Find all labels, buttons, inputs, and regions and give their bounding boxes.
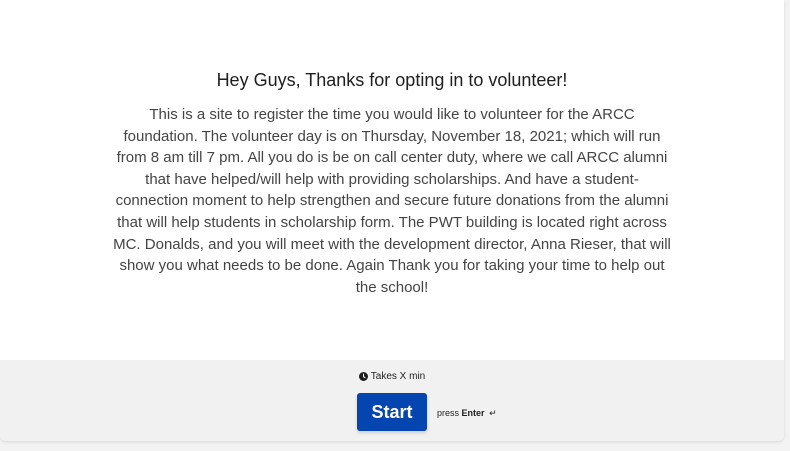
footer-bar: Takes X min Start press Enter ↵ <box>0 360 784 441</box>
start-button[interactable]: Start <box>357 393 427 431</box>
clock-icon <box>358 372 368 381</box>
enter-icon: ↵ <box>489 408 497 418</box>
time-estimate: Takes X min <box>0 371 784 382</box>
press-prefix: press <box>437 408 460 418</box>
welcome-title: Hey Guys, Thanks for opting in to volunt… <box>216 70 568 90</box>
form-card: Hey Guys, Thanks for opting in to volunt… <box>0 0 784 441</box>
welcome-screen: Hey Guys, Thanks for opting in to volunt… <box>0 0 784 360</box>
enter-key-label: Enter <box>461 408 485 418</box>
press-enter-hint: press Enter ↵ <box>437 408 497 419</box>
welcome-description: This is a site to register the time you … <box>113 106 671 296</box>
time-estimate-text: Takes X min <box>370 371 426 382</box>
